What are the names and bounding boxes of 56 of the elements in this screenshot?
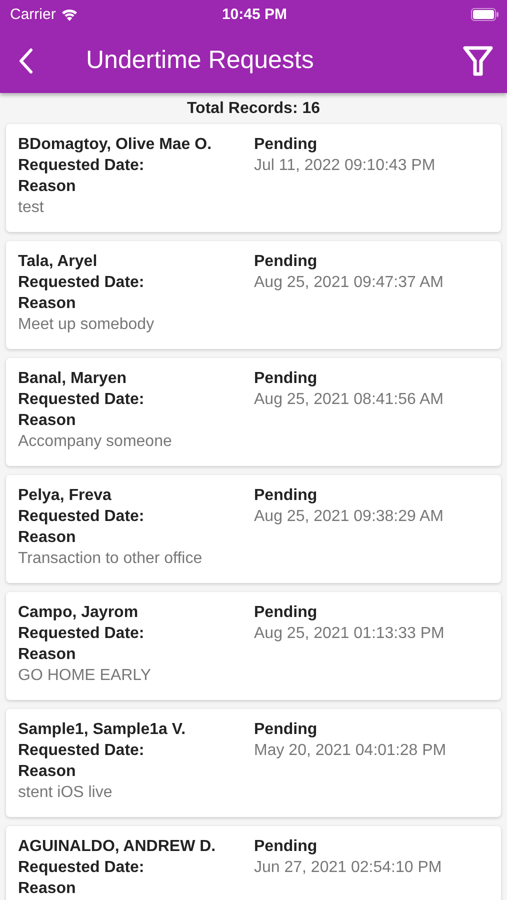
date-label: Requested Date: [18,157,146,176]
request-status: Pending [254,136,318,155]
date-label: Requested Date: [18,274,146,293]
employee-name: Tala, Aryel [18,253,98,272]
date-label: Requested Date: [18,742,146,761]
requested-date: Aug 25, 2021 08:41:56 AM [254,391,444,410]
page-title: Undertime Requests [86,46,315,75]
request-card[interactable]: Sample1, Sample1a V. Pending Requested Date: May 20, 2021 04:01:28 PM Reason stent iOS live [6,709,501,817]
request-card[interactable]: BDomagtoy, Olive Mae O. Pending Requested Date: Jul 11, 2022 09:10:43 PM Reason test [6,124,501,232]
requested-date: Aug 25, 2021 09:38:29 AM [254,508,444,527]
wifi-icon [60,8,78,20]
reason-label: Reason [18,763,77,782]
requested-date: Aug 25, 2021 09:47:37 AM [254,274,444,293]
reason-text: Transaction to other office [18,550,204,569]
reason-label: Reason [18,412,77,431]
reason-text: Accompany someone [18,433,173,452]
employee-name: Sample1, Sample1a V. [18,721,187,740]
reason-label: Reason [18,178,77,197]
date-label: Requested Date: [18,625,146,644]
reason-label: Reason [18,880,77,899]
date-label: Requested Date: [18,859,146,878]
requested-date: May 20, 2021 04:01:28 PM [254,742,448,761]
request-card[interactable]: Tala, Aryel Pending Requested Date: Aug 25, 2021 09:47:37 AM Reason Meet up somebody [6,241,501,349]
reason-text: test [18,199,45,218]
request-status: Pending [254,253,318,272]
back-button[interactable] [18,48,34,74]
reason-label: Reason [18,646,77,665]
employee-name: Campo, Jayrom [18,604,140,623]
date-label: Requested Date: [18,508,146,527]
battery-icon [470,8,499,20]
requested-date: Jul 11, 2022 09:10:43 PM [254,157,436,176]
requested-date: Aug 25, 2021 01:13:33 PM [254,625,446,644]
request-card[interactable]: AGUINALDO, ANDREW D. Pending Requested Date: Jun 27, 2021 02:54:10 PM Reason [6,826,501,900]
employee-name: BDomagtoy, Olive Mae O. [18,136,213,155]
reason-label: Reason [18,529,77,548]
employee-name: AGUINALDO, ANDREW D. [18,838,217,857]
employee-name: Pelya, Freva [18,487,112,506]
reason-text: GO HOME EARLY [18,667,152,686]
requested-date: Jun 27, 2021 02:54:10 PM [254,859,443,878]
employee-name: Banal, Maryen [18,370,128,389]
reason-text: stent iOS live [18,784,114,803]
date-label: Requested Date: [18,391,146,410]
request-status: Pending [254,604,318,623]
request-status: Pending [254,838,318,857]
request-card[interactable]: Campo, Jayrom Pending Requested Date: Aug 25, 2021 01:13:33 PM Reason GO HOME EARLY [6,592,501,700]
request-status: Pending [254,370,318,389]
request-status: Pending [254,487,318,506]
reason-label: Reason [18,295,77,314]
reason-text: Meet up somebody [18,316,156,335]
request-card[interactable]: Pelya, Freva Pending Requested Date: Aug 25, 2021 09:38:29 AM Reason Transaction to other office [6,475,501,583]
carrier-label: Carrier [10,6,56,22]
request-status: Pending [254,721,318,740]
request-card[interactable]: Banal, Maryen Pending Requested Date: Aug 25, 2021 08:41:56 AM Reason Accompany someone [6,358,501,466]
status-time: 10:45 PM [222,6,288,22]
total-records: Total Records: 16 [186,99,322,119]
filter-button[interactable] [463,44,493,76]
